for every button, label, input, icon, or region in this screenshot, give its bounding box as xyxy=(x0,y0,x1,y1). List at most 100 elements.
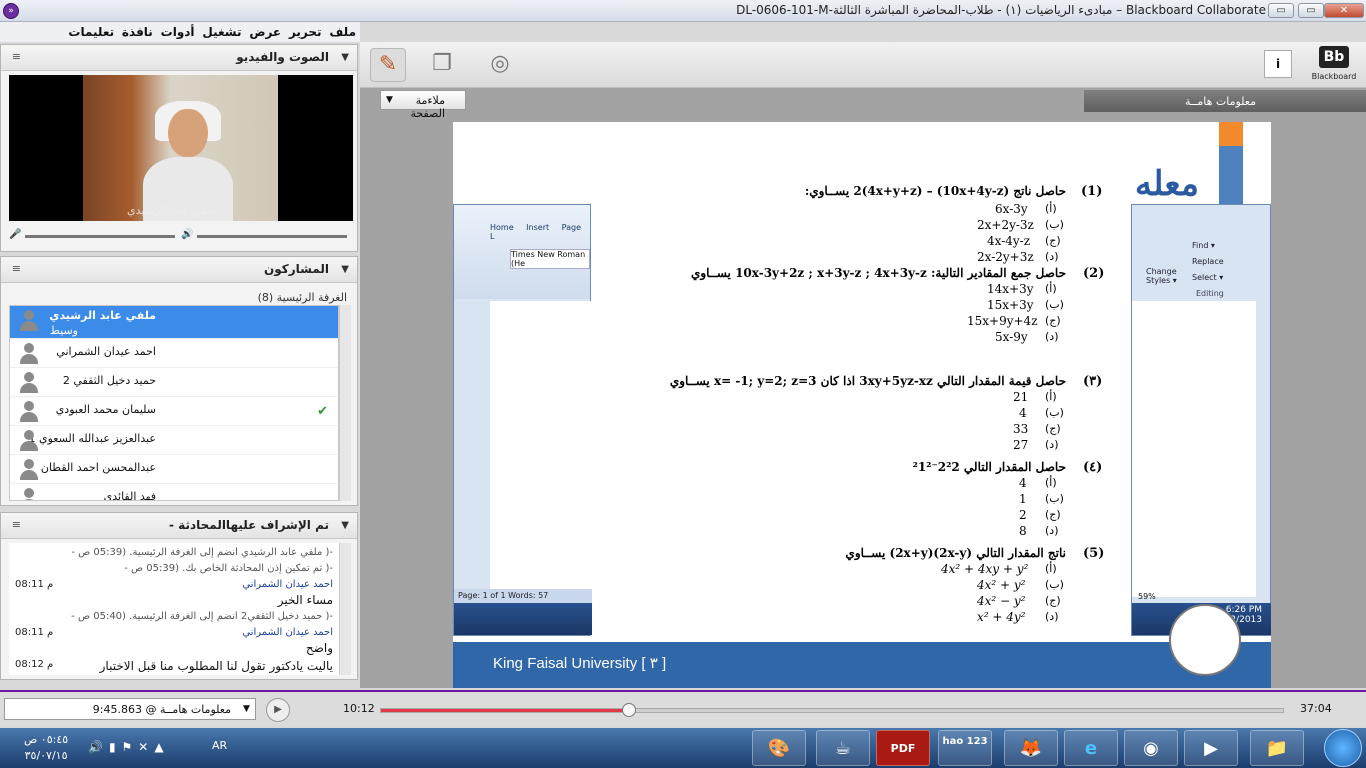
option-label: (ج) xyxy=(1045,508,1061,521)
option-text: 27 xyxy=(1013,438,1029,452)
font-select[interactable]: Times New Roman (He xyxy=(510,249,590,269)
maximize-button[interactable]: ▭ xyxy=(1298,3,1324,18)
find-button[interactable]: Find ▾ xyxy=(1192,241,1215,250)
select-button[interactable]: Select ▾ xyxy=(1192,273,1223,282)
option-text: 21 xyxy=(1013,390,1029,404)
participant-row[interactable]: ملفي عابد الرشيدي وسيط xyxy=(10,306,338,339)
question-text: حاصل قيمة المقدار التالي 3xy+5yz-xz اذا … xyxy=(669,374,1066,388)
collaborate-app-icon[interactable]: » xyxy=(3,3,19,19)
menu-help[interactable]: تعليمات xyxy=(68,22,114,42)
option-text: 4 xyxy=(1019,406,1027,420)
participant-row[interactable]: عبدالمحسن احمد القطان xyxy=(10,455,338,484)
collapse-icon[interactable]: ▼ xyxy=(341,52,349,63)
zoom-select[interactable]: ملاءمة الصفحة ▼ xyxy=(380,90,466,120)
taskbar-ie-icon[interactable]: e xyxy=(1064,730,1118,766)
option-text: 4x² − y² xyxy=(977,594,1026,608)
participant-row[interactable]: احمد عيدان الشمراني xyxy=(10,339,338,368)
microphone-icon[interactable]: 🎤 xyxy=(9,229,21,240)
web-tour-icon[interactable]: ◎ xyxy=(482,48,518,82)
menu-tools[interactable]: أدوات xyxy=(161,22,195,42)
option-text: 8 xyxy=(1019,524,1027,538)
chat-sender: احمد عيدان الشمراني م 08:11 xyxy=(15,627,333,638)
option-label: (ج) xyxy=(1045,314,1061,327)
speaker-volume-slider[interactable] xyxy=(197,235,347,238)
collapse-icon[interactable]: ▼ xyxy=(341,264,349,275)
question-number: (1) xyxy=(1081,184,1103,199)
taskbar-paint-icon[interactable]: 🎨 xyxy=(752,730,806,766)
info-button[interactable]: i xyxy=(1264,50,1292,78)
change-styles-button[interactable]: Change Styles ▾ xyxy=(1146,267,1186,285)
tab-home[interactable]: Home xyxy=(490,223,514,232)
chat-scrollbar[interactable] xyxy=(339,543,351,675)
language-indicator[interactable]: AR xyxy=(212,739,227,752)
menu-bar: ملف تحرير عرض تشغيل أدوات نافذة تعليمات xyxy=(0,22,360,42)
participant-row[interactable]: حميد دخيل الثقفي 2 xyxy=(10,368,338,397)
participant-name: عبدالعزيز عبدالله السعوي 1 xyxy=(29,432,156,445)
speaker-icon[interactable]: 🔊 xyxy=(181,229,193,240)
option-label: (ج) xyxy=(1045,234,1061,247)
question-text: حاصل جمع المقادير التالية: 10x-3y+2z ; x… xyxy=(690,266,1066,280)
app-share-icon[interactable]: ❐ xyxy=(424,48,460,82)
minimize-button[interactable]: ▭ xyxy=(1268,3,1294,18)
whiteboard-tool-icon[interactable]: ✎ xyxy=(370,48,406,82)
menu-view[interactable]: عرض xyxy=(249,22,281,42)
menu-window[interactable]: نافذة xyxy=(122,22,153,42)
playback-progress xyxy=(381,709,630,712)
taskbar-firefox-icon[interactable]: 🦊 xyxy=(1004,730,1058,766)
playback-bar: معلومات هامــة @ 9:45.863 ▼ ▶ 10:12 37:04 xyxy=(0,690,1366,726)
participants-panel: المشاركون ▼ ≡ الغرفة الرئيسية (8) ملفي ع… xyxy=(0,256,358,506)
participant-name: سليمان محمد العبودي xyxy=(55,403,156,416)
video-feed: ملفي عابد الرشيدي xyxy=(9,75,353,221)
collapse-icon[interactable]: ▼ xyxy=(341,520,349,531)
system-tray-icons[interactable]: 🔊▮⚑✕▲ xyxy=(88,740,170,754)
menu-play[interactable]: تشغيل xyxy=(202,22,241,42)
panel-menu-icon[interactable]: ≡ xyxy=(7,263,21,275)
editing-group-label: Editing xyxy=(1196,289,1224,298)
audio-video-header: الصوت والفيديو ▼ ≡ xyxy=(1,45,357,71)
chat-title: تم الإشراف عليهاالمحادثة - xyxy=(169,518,329,532)
panel-menu-icon[interactable]: ≡ xyxy=(7,519,21,531)
option-label: (ب) xyxy=(1045,406,1064,419)
option-label: (ج) xyxy=(1045,594,1061,607)
chevron-down-icon: ▼ xyxy=(386,95,393,105)
taskbar-chrome-icon[interactable]: ◉ xyxy=(1124,730,1178,766)
chat-message: مساء الخير xyxy=(277,593,333,607)
taskbar-media-player-icon[interactable]: ▶ xyxy=(1184,730,1238,766)
taskbar-pdf-icon[interactable]: PDF xyxy=(876,730,930,766)
avatar-icon xyxy=(20,459,38,481)
checkmark-icon: ✔ xyxy=(317,404,328,419)
participants-scrollbar[interactable] xyxy=(339,305,351,501)
replace-button[interactable]: Replace xyxy=(1192,257,1224,266)
close-button[interactable]: ✕ xyxy=(1324,3,1364,18)
option-text: 2x+2y-3z xyxy=(977,218,1034,232)
play-button[interactable]: ▶ xyxy=(266,698,290,722)
menu-file[interactable]: ملف xyxy=(329,22,356,42)
university-seal xyxy=(1169,604,1241,676)
participant-row[interactable]: سليمان محمد العبودي ✔ xyxy=(10,397,338,426)
playback-handle[interactable] xyxy=(622,703,637,717)
start-button[interactable] xyxy=(1324,729,1362,767)
mic-level-slider[interactable] xyxy=(25,235,175,238)
question-number: (٤) xyxy=(1083,460,1103,475)
bookmark-select[interactable]: معلومات هامــة @ 9:45.863 ▼ xyxy=(4,698,256,720)
taskbar-hao123-icon[interactable]: hao 123 xyxy=(938,730,992,766)
word-window-right: Find ▾ Replace Select ▾ Editing Change S… xyxy=(1131,204,1271,636)
participant-row[interactable]: فهد القائدي xyxy=(10,484,338,501)
system-clock[interactable]: ٠٥:٤٥ ص ٣٥/٠٧/١٥ xyxy=(24,732,68,764)
tab-insert[interactable]: Insert xyxy=(526,223,549,232)
taskbar-explorer-icon[interactable]: 📁 xyxy=(1250,730,1304,766)
page-title-tab[interactable]: معلومات هامــة xyxy=(1084,90,1366,112)
panel-menu-icon[interactable]: ≡ xyxy=(7,51,21,63)
chat-message: ياليت يادكتور تقول لنا المطلوب منا قبل ا… xyxy=(15,659,333,673)
taskbar-java-icon[interactable]: ☕ xyxy=(816,730,870,766)
playback-slider[interactable] xyxy=(380,703,1284,717)
word-status-bar: Page: 1 of 1 Words: 57 xyxy=(454,589,592,603)
total-time: 37:04 xyxy=(1300,702,1332,715)
menu-edit[interactable]: تحرير xyxy=(289,22,322,42)
option-label: (أ) xyxy=(1045,202,1057,215)
participant-row[interactable]: عبدالعزيز عبدالله السعوي 1 xyxy=(10,426,338,455)
option-label: (د) xyxy=(1045,610,1059,623)
avatar-icon xyxy=(20,310,38,332)
question-text: حاصل المقدار التالي 2²2⁻²1² xyxy=(912,460,1066,474)
participant-name: فهد القائدي xyxy=(103,490,156,501)
